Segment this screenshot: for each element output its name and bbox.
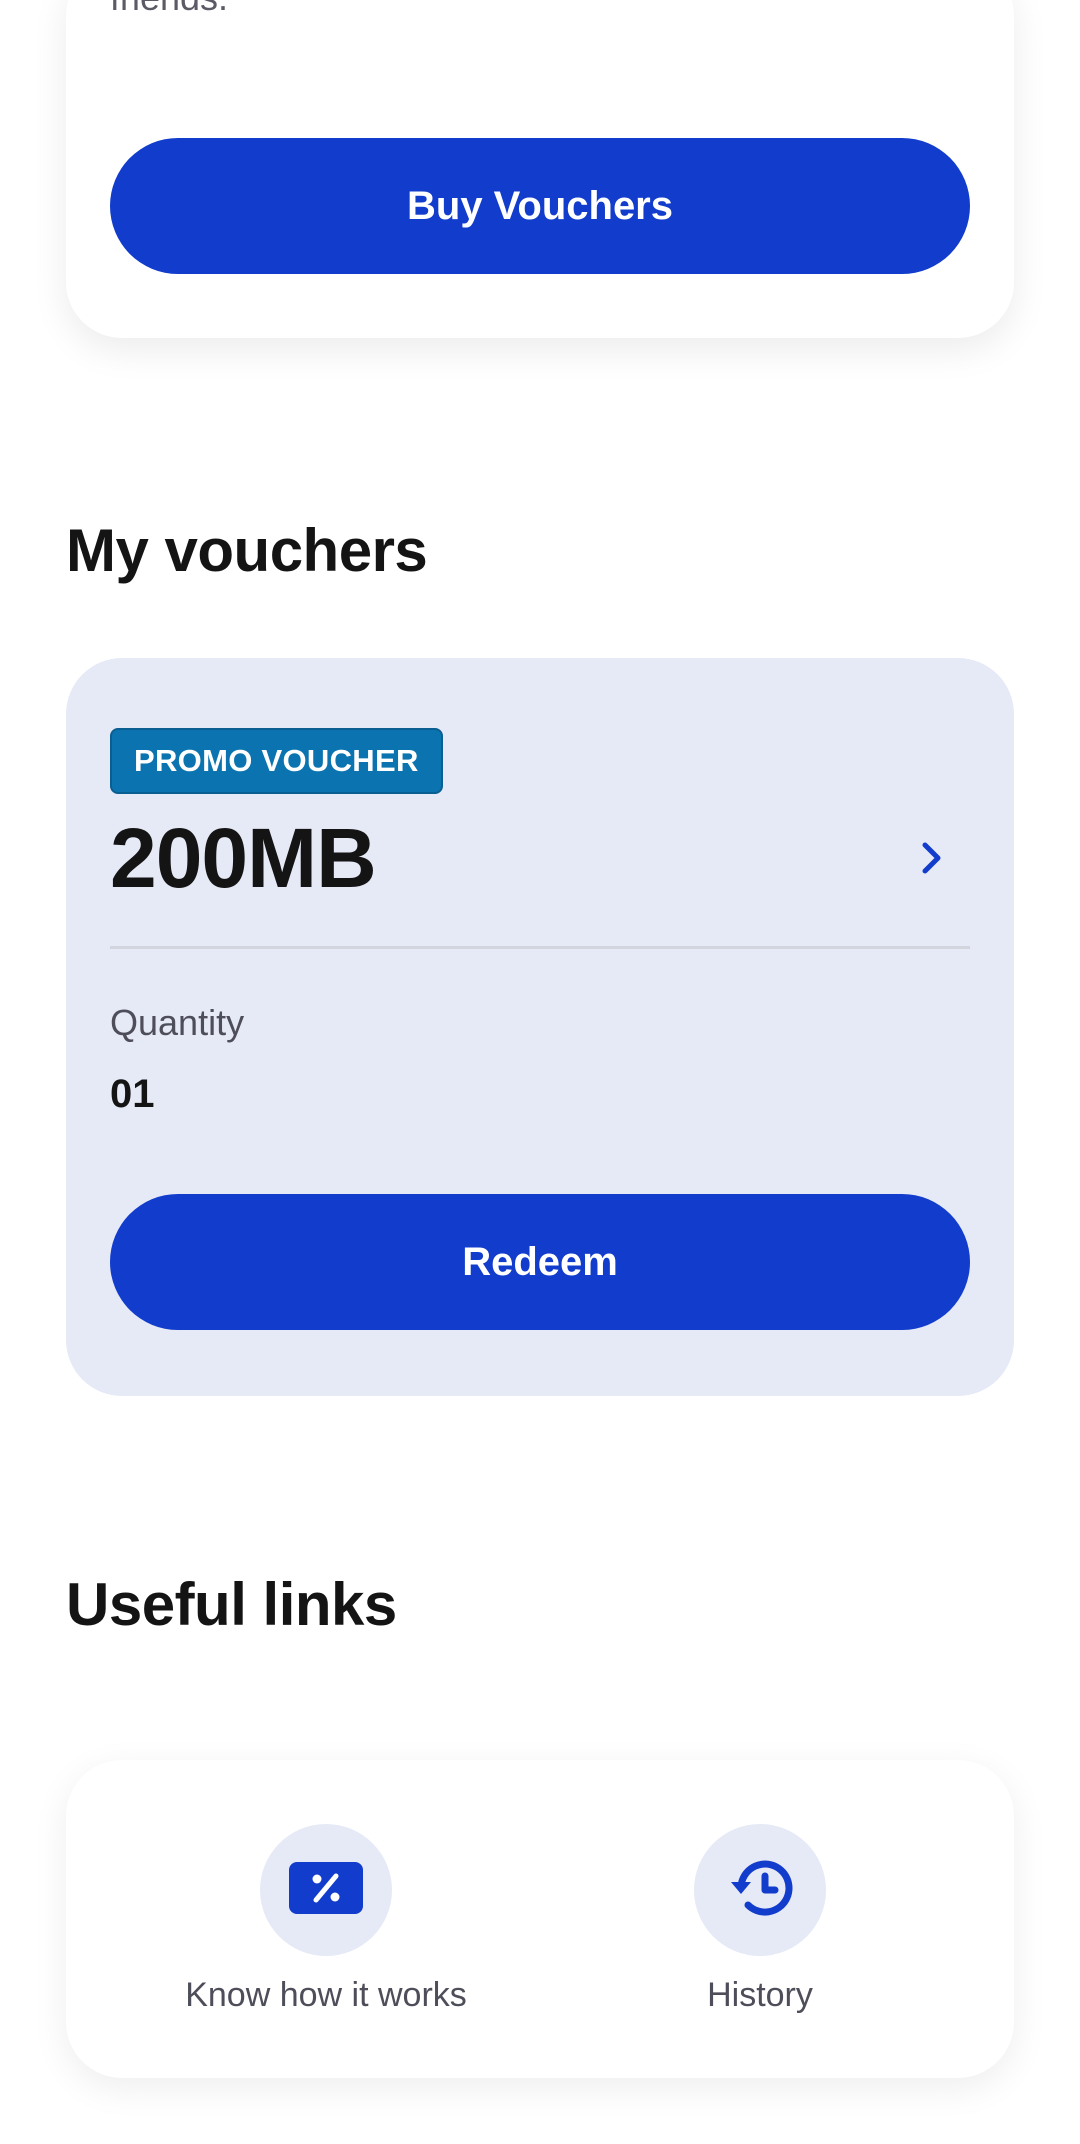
- link-history[interactable]: History: [590, 1824, 930, 2015]
- voucher-divider: [110, 946, 970, 949]
- vouchers-page: friends. Buy Vouchers My vouchers PROMO …: [0, 0, 1080, 2144]
- useful-links-title: Useful links: [66, 1571, 397, 1638]
- know-how-icon-circle: [260, 1824, 392, 1956]
- discount-ticket-icon: [289, 1861, 363, 1919]
- link-know-how-it-works[interactable]: Know how it works: [156, 1824, 496, 2015]
- voucher-amount: 200MB: [110, 811, 377, 905]
- history-clock-icon: [727, 1857, 793, 1924]
- history-icon-circle: [694, 1824, 826, 1956]
- buy-vouchers-description: friends.: [110, 0, 228, 20]
- quantity-value: 01: [110, 1072, 155, 1116]
- buy-vouchers-card: friends. Buy Vouchers: [66, 0, 1014, 338]
- chevron-right-icon[interactable]: [914, 838, 950, 878]
- link-label: History: [707, 1976, 813, 2014]
- useful-links-card: Know how it works History: [66, 1760, 1014, 2078]
- redeem-button[interactable]: Redeem: [110, 1194, 970, 1330]
- buy-vouchers-button[interactable]: Buy Vouchers: [110, 138, 970, 274]
- quantity-label: Quantity: [110, 1002, 245, 1043]
- link-label: Know how it works: [185, 1976, 467, 2014]
- voucher-card: PROMO VOUCHER 200MB Quantity 01 Redeem: [66, 658, 1014, 1396]
- promo-voucher-badge: PROMO VOUCHER: [110, 728, 443, 794]
- my-vouchers-title: My vouchers: [66, 517, 428, 584]
